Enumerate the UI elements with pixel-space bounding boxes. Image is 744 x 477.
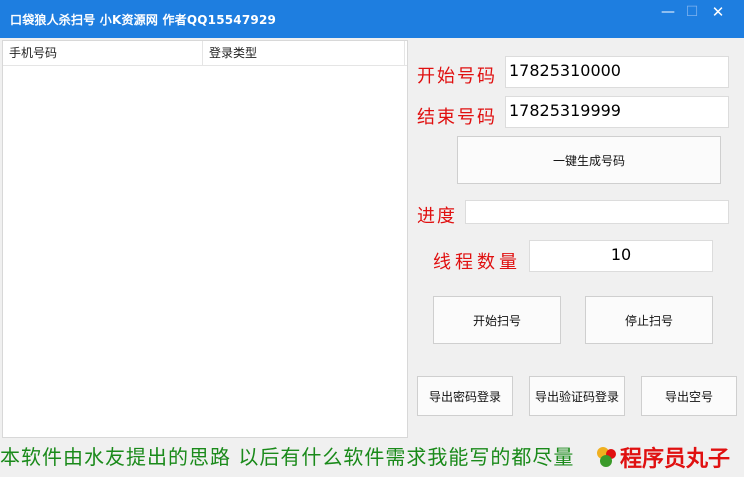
title-bar: 口袋狼人杀扫号 小K资源网 作者QQ15547929 — ☐ ✕ (0, 0, 744, 38)
start-scan-button[interactable]: 开始扫号 (433, 296, 561, 344)
result-list[interactable]: 手机号码 登录类型 (2, 40, 408, 438)
export-sms-login-button[interactable]: 导出验证码登录 (529, 376, 625, 416)
column-header-phone[interactable]: 手机号码 (3, 41, 203, 65)
start-number-input[interactable]: 17825310000 (505, 56, 729, 88)
thread-count-input[interactable]: 10 (529, 240, 713, 272)
thread-count-label: 线程数量 (433, 252, 521, 273)
end-number-label: 结束号码 (417, 107, 497, 128)
bean-logo-icon (597, 447, 616, 467)
window-body: 手机号码 登录类型 开始号码 17825310000 结束号码 17825319… (0, 38, 744, 477)
footer-message: 本软件由水友提出的思路 以后有什么软件需求我能写的都尽量 (0, 445, 575, 469)
export-empty-numbers-button[interactable]: 导出空号 (641, 376, 737, 416)
list-header: 手机号码 登录类型 (3, 41, 407, 66)
progress-label: 进度 (417, 206, 457, 227)
export-password-login-button[interactable]: 导出密码登录 (417, 376, 513, 416)
minimize-button[interactable]: — (656, 4, 680, 20)
watermark: 程序员丸子 (596, 440, 730, 474)
start-number-label: 开始号码 (417, 66, 497, 87)
end-number-input[interactable]: 17825319999 (505, 96, 729, 128)
window-title: 口袋狼人杀扫号 小K资源网 作者QQ15547929 (10, 13, 277, 27)
column-header-login-type[interactable]: 登录类型 (203, 41, 405, 65)
generate-numbers-button[interactable]: 一键生成号码 (457, 136, 721, 184)
progress-field[interactable] (465, 200, 729, 224)
maximize-button[interactable]: ☐ (680, 4, 704, 20)
stop-scan-button[interactable]: 停止扫号 (585, 296, 713, 344)
watermark-text: 程序员丸子 (620, 447, 731, 472)
close-button[interactable]: ✕ (706, 4, 730, 20)
